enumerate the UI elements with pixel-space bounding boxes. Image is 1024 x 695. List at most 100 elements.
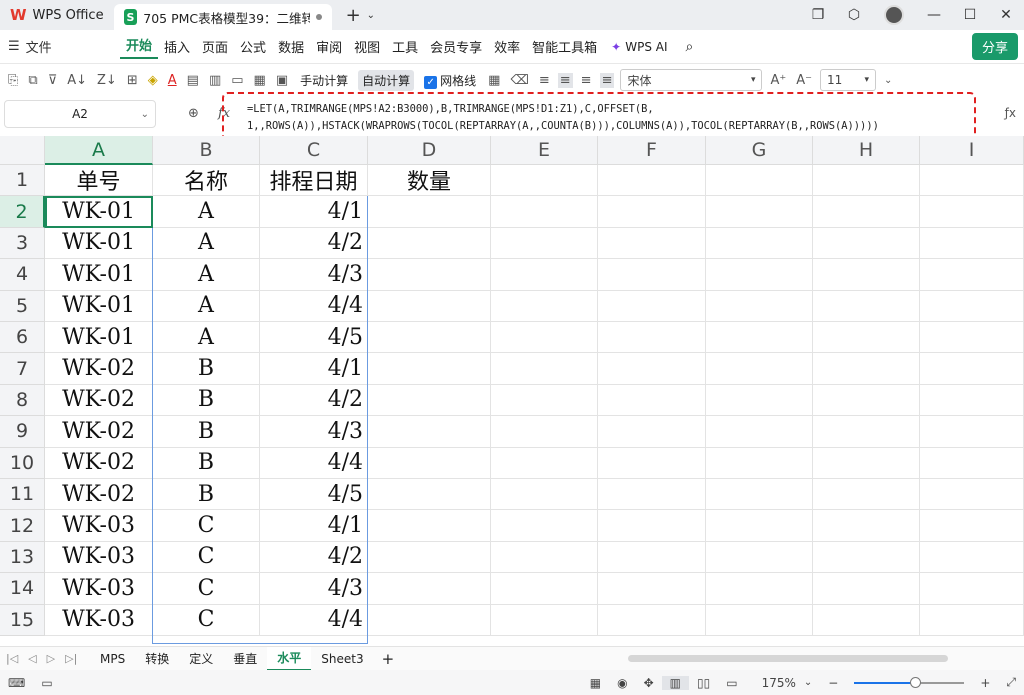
cell[interactable] bbox=[491, 447, 598, 479]
cell[interactable] bbox=[813, 573, 920, 605]
calc-sheet-icon[interactable]: ▦ bbox=[252, 73, 268, 88]
decrease-font-icon[interactable]: A⁻ bbox=[794, 73, 814, 88]
cell[interactable]: 排程日期 bbox=[260, 165, 368, 197]
horizontal-scrollbar[interactable] bbox=[628, 655, 948, 662]
ribbon-tab-7[interactable]: 工具 bbox=[386, 37, 424, 56]
border-icon[interactable]: ⊞ bbox=[125, 73, 140, 88]
cell[interactable] bbox=[368, 479, 491, 511]
ribbon-tab-2[interactable]: 页面 bbox=[196, 37, 234, 56]
cell[interactable] bbox=[813, 322, 920, 354]
cell[interactable]: WK-02 bbox=[45, 416, 153, 448]
cell[interactable]: WK-03 bbox=[45, 510, 153, 542]
cell[interactable] bbox=[491, 541, 598, 574]
format-icon[interactable]: ▤ bbox=[185, 73, 201, 88]
prev-sheet-icon[interactable]: ◁ bbox=[28, 652, 36, 665]
cell[interactable] bbox=[598, 541, 706, 574]
cell[interactable] bbox=[813, 447, 920, 479]
cell[interactable]: 名称 bbox=[153, 165, 260, 197]
move-icon[interactable]: ✥ bbox=[636, 676, 662, 690]
cell[interactable] bbox=[706, 259, 813, 291]
zoom-menu-chevron-icon[interactable]: ⌄ bbox=[796, 677, 820, 688]
cell[interactable] bbox=[813, 604, 920, 636]
cell[interactable] bbox=[598, 384, 706, 417]
cell[interactable] bbox=[598, 573, 706, 605]
cell[interactable] bbox=[368, 604, 491, 636]
cell[interactable] bbox=[813, 290, 920, 322]
ribbon-tab-10[interactable]: 智能工具箱 bbox=[526, 37, 603, 56]
cell[interactable] bbox=[920, 290, 1024, 322]
row-header[interactable]: 2 bbox=[0, 196, 45, 228]
new-tab-button[interactable]: + bbox=[346, 5, 361, 26]
cell[interactable] bbox=[813, 541, 920, 574]
cell[interactable]: 4/3 bbox=[260, 259, 368, 291]
next-sheet-icon[interactable]: ▷ bbox=[47, 652, 55, 665]
cell[interactable] bbox=[920, 165, 1024, 197]
cell[interactable] bbox=[706, 510, 813, 542]
cell[interactable]: 4/1 bbox=[260, 510, 368, 542]
column-header[interactable]: B bbox=[153, 136, 260, 165]
cell[interactable] bbox=[920, 322, 1024, 354]
cell[interactable] bbox=[706, 353, 813, 385]
align-center-icon[interactable]: ≡ bbox=[557, 72, 573, 88]
cell[interactable]: WK-01 bbox=[45, 322, 153, 354]
fullscreen-icon[interactable]: ⤢ bbox=[998, 675, 1024, 690]
row-header[interactable]: 15 bbox=[0, 604, 45, 636]
more-chevron-icon[interactable]: ⌄ bbox=[882, 75, 894, 86]
cell[interactable] bbox=[368, 510, 491, 542]
cell[interactable] bbox=[491, 384, 598, 417]
cell[interactable] bbox=[368, 290, 491, 322]
sort-desc-icon[interactable]: Z↓ bbox=[95, 73, 119, 88]
cell[interactable] bbox=[920, 541, 1024, 574]
first-sheet-icon[interactable]: |◁ bbox=[6, 652, 18, 665]
sheet-tab[interactable]: 垂直 bbox=[223, 647, 267, 671]
cell[interactable]: 4/5 bbox=[260, 479, 368, 511]
cube-icon[interactable]: ⬡ bbox=[836, 7, 872, 23]
cell[interactable] bbox=[706, 322, 813, 354]
column-header[interactable]: A bbox=[45, 136, 153, 165]
cell[interactable] bbox=[368, 353, 491, 385]
page-break-icon[interactable]: ▭ bbox=[718, 676, 745, 690]
column-header[interactable]: F bbox=[598, 136, 706, 165]
row-header[interactable]: 6 bbox=[0, 322, 45, 354]
cell[interactable]: 4/4 bbox=[260, 604, 368, 636]
cell[interactable]: WK-01 bbox=[45, 290, 153, 322]
row-header[interactable]: 3 bbox=[0, 227, 45, 260]
column-header[interactable]: D bbox=[368, 136, 491, 165]
font-size-select[interactable]: 11 ▾ bbox=[820, 69, 877, 91]
cell[interactable] bbox=[706, 196, 813, 228]
cell[interactable]: WK-02 bbox=[45, 384, 153, 417]
cell[interactable] bbox=[368, 259, 491, 291]
cell[interactable]: WK-02 bbox=[45, 353, 153, 385]
cell[interactable]: WK-01 bbox=[45, 259, 153, 291]
cell[interactable] bbox=[598, 196, 706, 228]
zoom-out-button[interactable]: − bbox=[820, 676, 846, 690]
zoom-lookup-icon[interactable]: ⊕ bbox=[188, 106, 199, 121]
row-header[interactable]: 7 bbox=[0, 353, 45, 385]
fill-color-icon[interactable]: ◈ bbox=[146, 73, 160, 88]
cell[interactable] bbox=[920, 196, 1024, 228]
copy-icon[interactable]: ⧉ bbox=[26, 73, 39, 88]
cell[interactable] bbox=[706, 479, 813, 511]
ribbon-tab-3[interactable]: 公式 bbox=[234, 37, 272, 56]
row-header[interactable]: 5 bbox=[0, 290, 45, 322]
cell[interactable]: 4/4 bbox=[260, 290, 368, 322]
cell[interactable]: B bbox=[153, 353, 260, 385]
row-header[interactable]: 14 bbox=[0, 573, 45, 605]
cell[interactable] bbox=[813, 227, 920, 260]
cell[interactable] bbox=[706, 227, 813, 260]
cell[interactable]: WK-02 bbox=[45, 447, 153, 479]
ribbon-tab-8[interactable]: 会员专享 bbox=[424, 37, 488, 56]
font-name-select[interactable]: 宋体 ▾ bbox=[620, 69, 763, 91]
cell[interactable] bbox=[813, 479, 920, 511]
cell[interactable]: 4/2 bbox=[260, 227, 368, 260]
cell[interactable] bbox=[813, 165, 920, 197]
zoom-slider-knob[interactable] bbox=[909, 676, 921, 688]
cell[interactable] bbox=[706, 416, 813, 448]
cell[interactable]: 数量 bbox=[368, 165, 491, 197]
font-color-icon[interactable]: A bbox=[166, 73, 179, 88]
cell[interactable] bbox=[813, 384, 920, 417]
cell[interactable] bbox=[491, 510, 598, 542]
cell[interactable] bbox=[598, 353, 706, 385]
cell[interactable] bbox=[706, 541, 813, 574]
align-left-icon[interactable]: ≡ bbox=[537, 73, 552, 88]
